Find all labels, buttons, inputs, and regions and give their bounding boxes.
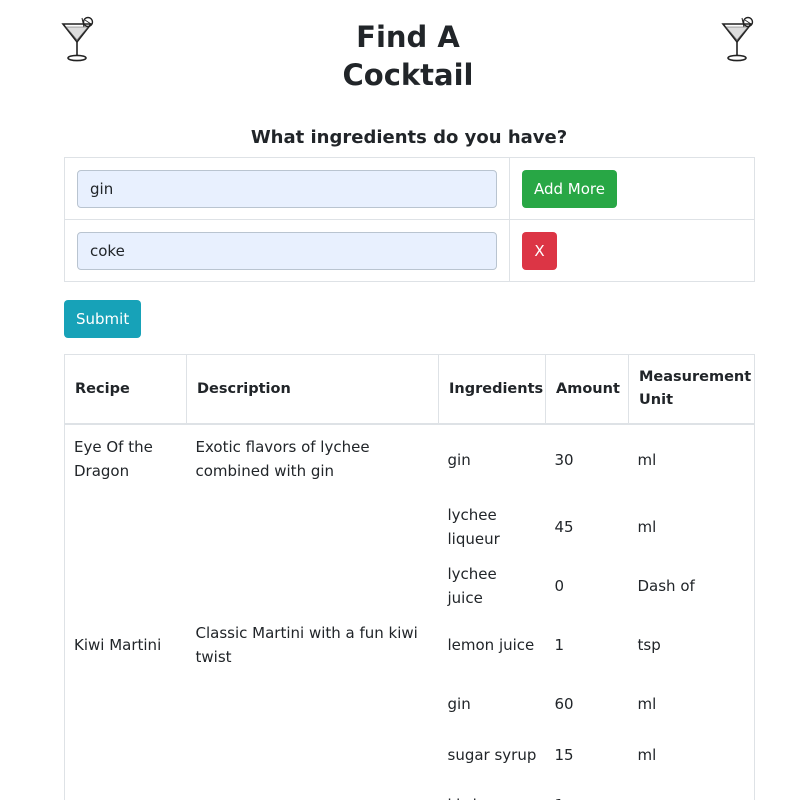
ingredient-input-cell: [64, 219, 510, 282]
ingredient-amount: 1: [546, 780, 629, 800]
ingredients-prompt: What ingredients do you have?: [250, 127, 568, 148]
ingredient-action-cell: X: [509, 219, 755, 282]
recipe-name: Eye Of the Dragon: [64, 424, 187, 494]
table-row: sugar syrup 15 ml: [64, 730, 755, 780]
ingredient-input-cell: [64, 157, 510, 220]
table-row: lychee liqueur 45 ml: [64, 494, 755, 560]
cocktail-glass-icon: [721, 16, 754, 62]
ingredient-row: Add More: [64, 157, 755, 220]
recipe-description: Exotic flavors of lychee combined with g…: [195, 438, 370, 480]
ingredient-unit: ml: [628, 730, 755, 780]
ingredient-row: X: [64, 219, 755, 282]
ingredient-unit: [628, 780, 755, 800]
table-row: gin 60 ml: [64, 678, 755, 730]
header-ingredients: Ingredients: [438, 354, 546, 425]
table-row: kiwi 1: [64, 780, 755, 800]
ingredient-action-cell: Add More: [509, 157, 755, 220]
header-description: Description: [186, 354, 439, 425]
ingredient-amount: 0: [554, 577, 565, 595]
header-recipe: Recipe: [64, 354, 187, 425]
ingredient-name: gin: [447, 695, 471, 713]
recipe-description: Classic Martini with a fun kiwi twist: [195, 624, 418, 666]
ingredient-amount: 60: [554, 695, 574, 713]
ingredient-input-table: Add More X: [64, 157, 755, 282]
header-measurement-unit: Measurement Unit: [628, 354, 755, 425]
ingredient-amount: 1: [554, 636, 565, 654]
ingredient-unit: ml: [628, 494, 755, 560]
title-line-1: Find A: [356, 20, 460, 54]
results-table: Recipe Description Ingredients Amount Me…: [64, 354, 755, 800]
submit-button[interactable]: Submit: [64, 300, 142, 338]
ingredient-name: sugar syrup: [447, 746, 537, 764]
header: Find A Cocktail: [0, 0, 800, 110]
cocktail-glass-icon: [61, 16, 94, 62]
ingredient-amount: 15: [554, 746, 574, 764]
ingredient-unit: ml: [628, 424, 755, 494]
ingredient-name: lychee liqueur: [447, 506, 500, 548]
page: Find A Cocktail What ingredients do you …: [0, 0, 800, 800]
ingredient-amount: 30: [554, 450, 574, 469]
ingredient-input-1[interactable]: [77, 169, 497, 208]
ingredient-name: kiwi: [439, 780, 546, 800]
ingredient-name: lychee juice: [447, 565, 497, 607]
recipe-name: Kiwi Martini: [64, 612, 187, 678]
page-title: Find A Cocktail: [250, 18, 566, 94]
add-more-button[interactable]: Add More: [522, 169, 617, 208]
table-row: lychee juice 0 Dash of: [64, 560, 755, 612]
ingredient-input-2[interactable]: [77, 231, 497, 270]
title-line-2: Cocktail: [342, 58, 474, 92]
header-amount: Amount: [545, 354, 629, 425]
remove-ingredient-button[interactable]: X: [522, 231, 557, 270]
ingredient-name: lemon juice: [447, 636, 535, 654]
table-row: Eye Of the Dragon Exotic flavors of lych…: [64, 424, 755, 494]
results-header-row: Recipe Description Ingredients Amount Me…: [64, 354, 755, 425]
ingredient-unit: Dash of: [628, 560, 755, 612]
ingredient-amount: 45: [554, 518, 574, 536]
ingredient-unit: ml: [628, 678, 755, 730]
table-row: Kiwi Martini Classic Martini with a fun …: [64, 612, 755, 678]
ingredient-name: gin: [447, 450, 471, 469]
ingredient-unit: tsp: [628, 612, 755, 678]
